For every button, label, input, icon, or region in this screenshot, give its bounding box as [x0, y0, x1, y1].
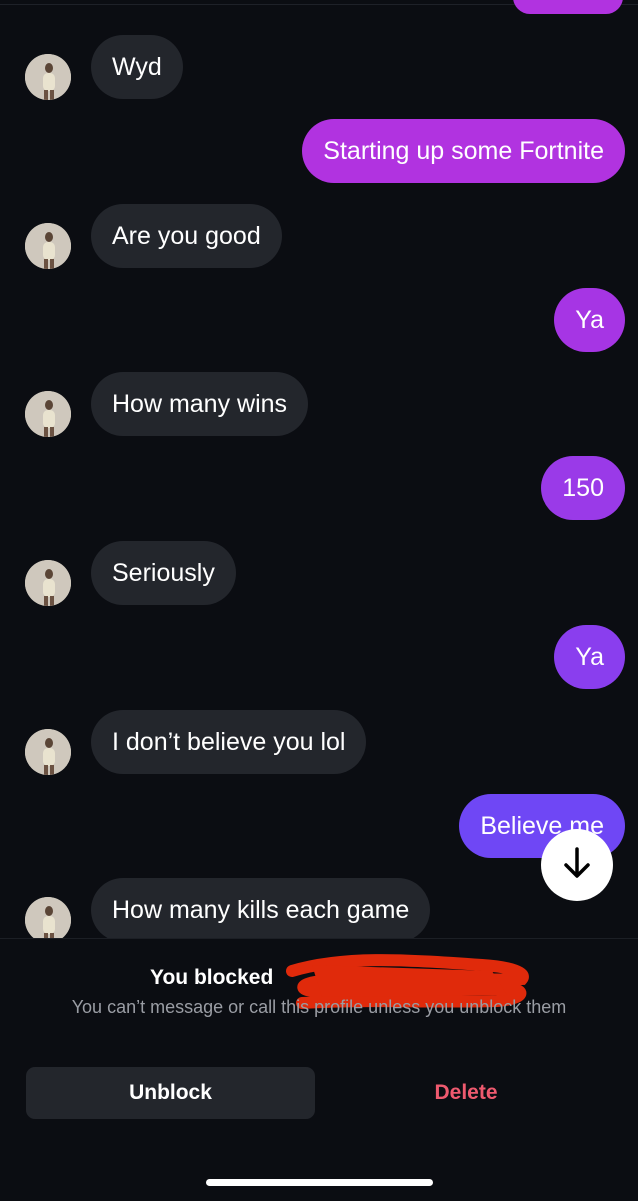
- outgoing-message-bubble[interactable]: 150: [541, 456, 625, 520]
- blocked-banner: You blocked You can’t message or call th…: [0, 938, 638, 1201]
- outgoing-message-bubble[interactable]: Ya: [554, 625, 625, 689]
- incoming-message-bubble[interactable]: Are you good: [91, 204, 282, 268]
- avatar[interactable]: [25, 560, 71, 606]
- previous-outgoing-bubble: [513, 0, 623, 14]
- avatar[interactable]: [25, 897, 71, 938]
- scroll-to-bottom-button[interactable]: [541, 829, 613, 901]
- incoming-message-bubble[interactable]: How many kills each game: [91, 878, 431, 938]
- message-thread[interactable]: Wyd Starting up some Fortnite Are you go…: [0, 0, 638, 938]
- blocked-title: You blocked: [150, 966, 274, 989]
- avatar[interactable]: [25, 54, 71, 100]
- incoming-message-bubble[interactable]: How many wins: [91, 372, 309, 436]
- blocked-description: You can’t message or call this profile u…: [71, 997, 567, 1017]
- outgoing-message-bubble[interactable]: Starting up some Fortnite: [302, 119, 625, 183]
- unblock-button[interactable]: Unblock: [26, 1067, 315, 1119]
- avatar[interactable]: [25, 223, 71, 269]
- avatar[interactable]: [25, 391, 71, 437]
- home-indicator[interactable]: [206, 1179, 433, 1186]
- arrow-down-icon: [562, 846, 592, 885]
- incoming-message-bubble[interactable]: Wyd: [91, 35, 183, 99]
- incoming-message-bubble[interactable]: I don’t believe you lol: [91, 710, 367, 774]
- delete-button[interactable]: Delete: [330, 1067, 602, 1119]
- incoming-message-bubble[interactable]: Seriously: [91, 541, 236, 605]
- outgoing-message-bubble[interactable]: Ya: [554, 288, 625, 352]
- avatar[interactable]: [25, 729, 71, 775]
